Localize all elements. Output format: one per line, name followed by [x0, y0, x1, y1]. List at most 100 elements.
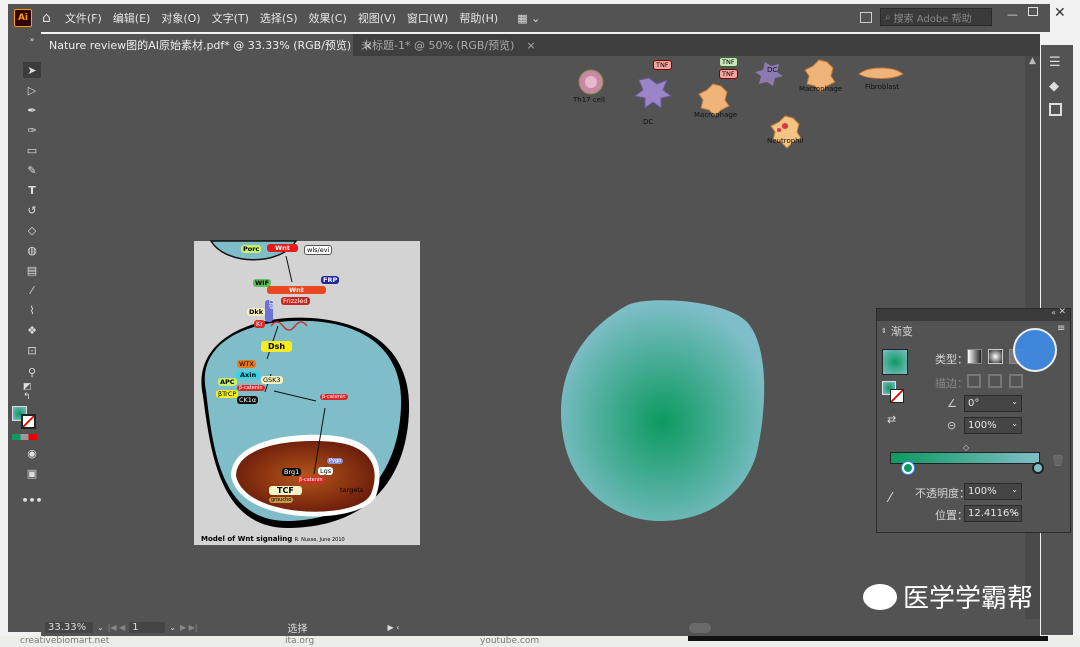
arrange-documents-icon[interactable] [860, 12, 872, 23]
shape-builder-tool-icon[interactable]: ◍ [23, 242, 41, 258]
th17-cell-label: Th17 cell [573, 96, 605, 104]
menu-edit[interactable]: 编辑(E) [113, 10, 151, 26]
artboard-tool-icon[interactable]: ⊡ [23, 342, 41, 358]
eyedropper-tool-icon[interactable]: ⁄ [23, 282, 41, 298]
chevron-down-icon[interactable]: ⌄ [1011, 397, 1018, 406]
zoom-tool-icon[interactable]: ⚲ [23, 364, 41, 380]
radial-gradient-button[interactable] [988, 349, 1003, 364]
beta-catenin-label: β-catenin [297, 477, 325, 483]
panel-close-icon[interactable]: ✕ [1058, 307, 1066, 317]
gradient-thumbnail[interactable] [882, 349, 908, 375]
panel-menu-icon[interactable]: ≡ [1057, 323, 1065, 334]
blend-tool-icon[interactable]: ⌇ [23, 302, 41, 318]
linear-gradient-button[interactable] [967, 349, 982, 364]
stroke-label: 描边： [935, 377, 968, 390]
cursor-highlight [1013, 328, 1057, 372]
page-field[interactable]: 1 [129, 622, 166, 633]
porc-label: Porc [241, 245, 262, 253]
pygo-label: Pygo [327, 458, 344, 464]
zoom-field[interactable]: 33.33% [45, 622, 93, 633]
fill-stroke-swatch[interactable] [882, 381, 904, 403]
horizontal-scrollbar-thumb[interactable] [689, 622, 712, 633]
color-mode-icons[interactable] [12, 434, 37, 440]
tab-document-2[interactable]: 未标题-1* @ 50% (RGB/预览) × [353, 34, 536, 56]
stroke-option-1-icon[interactable] [967, 374, 981, 388]
groucho-label: groucho [269, 497, 294, 503]
minimize-button[interactable]: — [1007, 8, 1018, 21]
menu-file[interactable]: 文件(F) [65, 10, 102, 26]
delete-stop-icon[interactable]: 🗑 [1051, 454, 1065, 467]
chevron-down-icon[interactable]: ⌄ [1011, 485, 1018, 494]
eraser-tool-icon[interactable]: ◇ [23, 222, 41, 238]
gradient-slider[interactable] [890, 452, 1040, 464]
neutrophil-label: Neutrophil [767, 137, 804, 145]
gradient-stop-start[interactable] [902, 462, 914, 474]
pencil-tool-icon[interactable]: ✎ [23, 162, 41, 178]
menu-view[interactable]: 视图(V) [358, 10, 396, 26]
workspace-switcher-icon[interactable]: ▦ ⌄ [517, 12, 540, 25]
panel-collapse-icon[interactable]: « [1051, 308, 1056, 317]
menu-object[interactable]: 对象(O) [161, 10, 200, 26]
panel-tab[interactable]: ⇕ 渐变 [877, 321, 917, 341]
stroke-swatch[interactable] [21, 414, 36, 429]
btrcp-label: βTrCP [216, 390, 239, 398]
dc-label: DC [643, 118, 654, 126]
chevron-down-icon[interactable]: ⌄ [97, 623, 104, 632]
tab-document-1[interactable]: Nature review图的AI原始素材.pdf* @ 33.33% (RGB… [41, 34, 372, 56]
type-tool-icon[interactable]: T [23, 182, 41, 198]
rectangle-tool-icon[interactable]: ▭ [23, 142, 41, 158]
lrp-label: LRP [265, 300, 273, 322]
dkk-label: Dkk [247, 308, 266, 316]
reverse-gradient-icon[interactable]: ⇄ [887, 413, 896, 426]
maximize-button[interactable] [1028, 7, 1038, 16]
gradient-stop-end[interactable] [1032, 462, 1044, 474]
close-window-button[interactable]: ✕ [1054, 5, 1066, 21]
status-arrow-icon[interactable]: ▶ ‹ [388, 623, 400, 632]
angle-field[interactable]: 0° ⌄ [964, 395, 1022, 412]
draw-mode-icon[interactable]: ◉ [23, 445, 41, 461]
tool-panel: » ➤ ▷ ✒ ✑ ▭ ✎ T ↺ ◇ ◍ ▤ ⁄ ⌇ ❖ ⊡ ⚲ ◩ ↰ ◉ … [8, 31, 43, 632]
menu-window[interactable]: 窗口(W) [407, 10, 448, 26]
frp-label: FRP [321, 276, 340, 284]
apc-label: APC [218, 378, 237, 386]
screen-mode-icon[interactable]: ▣ [23, 465, 41, 481]
stroke-option-3-icon[interactable] [1009, 374, 1023, 388]
lgs-label: Lgs [318, 467, 334, 475]
properties-icon[interactable]: ☰ [1049, 55, 1061, 70]
tab-arrows-icon: ⇕ [881, 327, 887, 335]
chevron-down-icon[interactable]: ⌄ [169, 623, 176, 632]
gradient-tool-icon[interactable]: ▤ [23, 262, 41, 278]
more-tools-icon[interactable]: ••• [21, 492, 42, 508]
ck1a-label: CK1α [237, 396, 259, 404]
menu-help[interactable]: 帮助(H) [459, 10, 498, 26]
last-page-icon[interactable]: ▶ ▶| [180, 623, 198, 632]
location-field[interactable]: 12.4116% ⌄ [964, 505, 1022, 522]
tab-close-icon[interactable]: × [526, 39, 535, 52]
opacity-field[interactable]: 100% ⌄ [964, 483, 1022, 500]
pen-tool-icon[interactable]: ✒ [23, 102, 41, 118]
eyedropper-icon[interactable]: ⁄ [889, 491, 891, 506]
scroll-up-icon[interactable]: ▲ [1025, 56, 1040, 66]
collapse-icon[interactable]: » [23, 31, 41, 47]
midpoint-diamond[interactable]: ◇ [963, 443, 969, 452]
aspect-ratio-field[interactable]: 100% ⌄ [964, 417, 1022, 434]
selection-tool-icon[interactable]: ➤ [23, 62, 41, 78]
menu-select[interactable]: 选择(S) [260, 10, 298, 26]
menu-effect[interactable]: 效果(C) [309, 10, 347, 26]
home-icon[interactable]: ⌂ [42, 10, 51, 26]
first-page-icon[interactable]: |◀ ◀ [108, 623, 126, 632]
search-input[interactable]: ⌕ 搜索 Adobe 帮助 [880, 8, 992, 26]
curvature-tool-icon[interactable]: ✑ [23, 122, 41, 138]
direct-selection-tool-icon[interactable]: ▷ [23, 82, 41, 98]
symbol-sprayer-tool-icon[interactable]: ❖ [23, 322, 41, 338]
stroke-option-2-icon[interactable] [988, 374, 1002, 388]
swap-colors-icon[interactable]: ◩ ↰ [23, 382, 41, 402]
libraries-icon[interactable] [1049, 103, 1062, 116]
chevron-down-icon[interactable]: ⌄ [1011, 507, 1018, 516]
layers-icon[interactable]: ◆ [1049, 79, 1059, 94]
type-label: 类型： [935, 353, 968, 366]
chevron-down-icon[interactable]: ⌄ [1011, 419, 1018, 428]
fibroblast-label: Fibroblast [865, 83, 899, 91]
rotate-tool-icon[interactable]: ↺ [23, 202, 41, 218]
menu-type[interactable]: 文字(T) [212, 10, 249, 26]
